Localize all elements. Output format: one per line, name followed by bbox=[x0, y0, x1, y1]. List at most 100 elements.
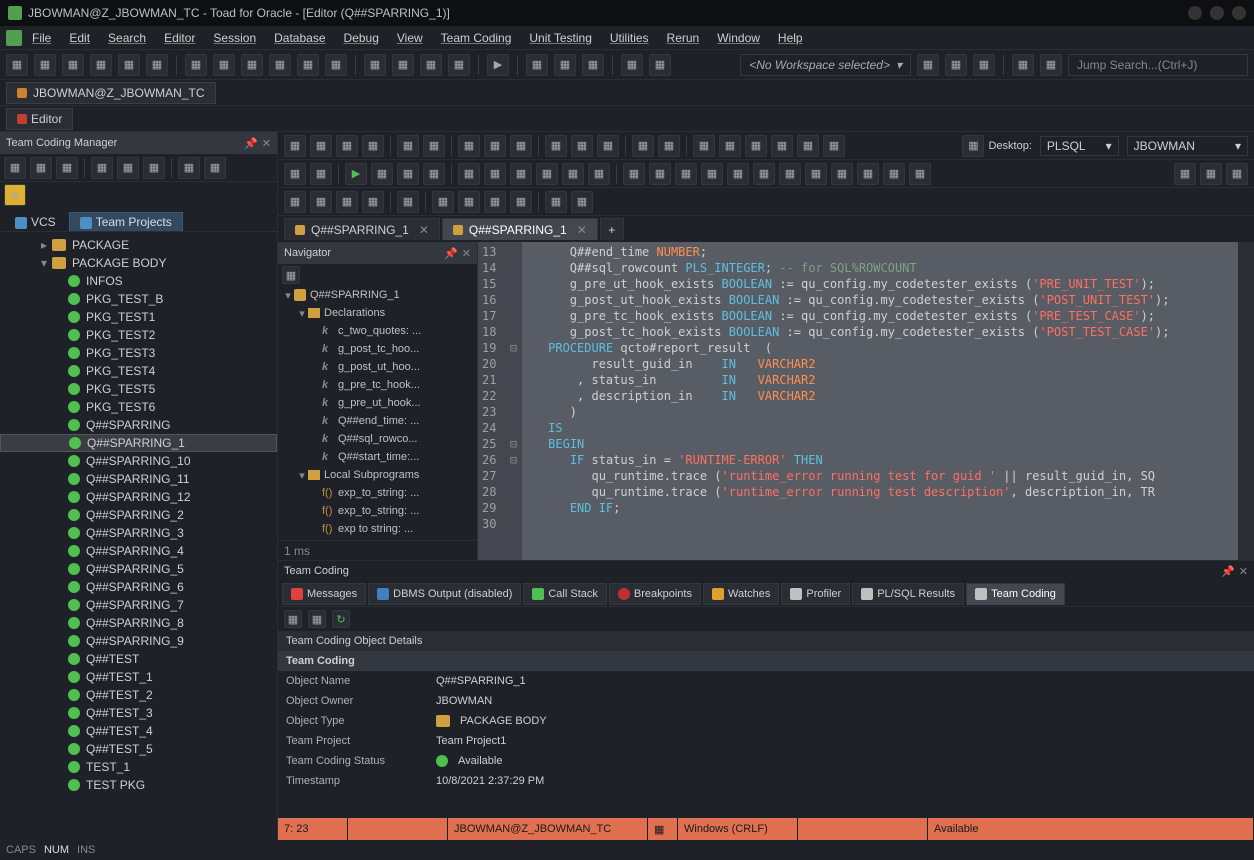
tree-item[interactable]: PKG_TEST1 bbox=[0, 308, 277, 326]
toolbar-button[interactable]: ▦ bbox=[204, 157, 226, 179]
toolbar-button[interactable]: ▦ bbox=[621, 54, 643, 76]
toolbar-button[interactable]: ▦ bbox=[397, 135, 419, 157]
execute-button[interactable]: ▶ bbox=[345, 163, 367, 185]
toolbar-button[interactable]: ▦ bbox=[284, 610, 302, 628]
toolbar-button[interactable]: ▦ bbox=[554, 54, 576, 76]
menu-help[interactable]: Help bbox=[770, 29, 811, 47]
tab-team-projects[interactable]: Team Projects bbox=[69, 212, 183, 231]
toolbar-button[interactable]: ▦ bbox=[484, 191, 506, 213]
toolbar-button[interactable]: ▦ bbox=[623, 163, 645, 185]
toolbar-button[interactable]: ▦ bbox=[545, 135, 567, 157]
toolbar-button[interactable]: ▦ bbox=[745, 135, 767, 157]
tree-item[interactable]: Q##SPARRING_12 bbox=[0, 488, 277, 506]
toolbar-button[interactable]: ▦ bbox=[588, 163, 610, 185]
tree-item[interactable]: PKG_TEST3 bbox=[0, 344, 277, 362]
toolbar-button[interactable]: ▦ bbox=[562, 163, 584, 185]
toolbar-button[interactable]: ▦ bbox=[282, 266, 300, 284]
tab-breakpoints[interactable]: Breakpoints bbox=[609, 583, 701, 605]
tree-item[interactable]: ▸PACKAGE bbox=[0, 236, 277, 254]
connection-tab[interactable]: JBOWMAN@Z_JBOWMAN_TC bbox=[6, 82, 216, 104]
toolbar-button[interactable]: ▦ bbox=[420, 54, 442, 76]
toolbar-button[interactable]: ▦ bbox=[241, 54, 263, 76]
navigator-item[interactable]: kg_pre_ut_hook... bbox=[278, 394, 477, 412]
toolbar-button[interactable]: ▦ bbox=[284, 163, 306, 185]
navigator-tree[interactable]: ▾Q##SPARRING_1▾Declarationskc_two_quotes… bbox=[278, 286, 477, 540]
tree-item[interactable]: Q##SPARRING_2 bbox=[0, 506, 277, 524]
toolbar-button[interactable]: ▦ bbox=[545, 191, 567, 213]
navigator-item[interactable]: kQ##end_time: ... bbox=[278, 412, 477, 430]
toolbar-button[interactable]: ▦ bbox=[146, 54, 168, 76]
toolbar-button[interactable]: ▦ bbox=[831, 163, 853, 185]
file-tab-active[interactable]: Q##SPARRING_1 ✕ bbox=[442, 218, 598, 240]
tree-item[interactable]: Q##SPARRING_8 bbox=[0, 614, 277, 632]
tree-item[interactable]: TEST_1 bbox=[0, 758, 277, 776]
menu-team-coding[interactable]: Team Coding bbox=[433, 29, 520, 47]
tree-item[interactable]: Q##SPARRING_5 bbox=[0, 560, 277, 578]
menu-editor[interactable]: Editor bbox=[156, 29, 203, 47]
toolbar-button[interactable]: ▦ bbox=[675, 163, 697, 185]
toolbar-button[interactable]: ▦ bbox=[823, 135, 845, 157]
toolbar-button[interactable]: ▦ bbox=[397, 191, 419, 213]
toolbar-button[interactable]: ▦ bbox=[56, 157, 78, 179]
toolbar-button[interactable]: ▦ bbox=[117, 157, 139, 179]
tree-item[interactable]: ▾PACKAGE BODY bbox=[0, 254, 277, 272]
tab-plsql-results[interactable]: PL/SQL Results bbox=[852, 583, 964, 605]
tree-item[interactable]: Q##TEST_3 bbox=[0, 704, 277, 722]
toolbar-button[interactable]: ▦ bbox=[917, 54, 939, 76]
toolbar-button[interactable]: ▦ bbox=[1200, 163, 1222, 185]
toolbar-button[interactable]: ▦ bbox=[432, 191, 454, 213]
toolbar-button[interactable]: ▦ bbox=[448, 54, 470, 76]
toolbar-button[interactable]: ▦ bbox=[962, 135, 984, 157]
toolbar-button[interactable]: ▦ bbox=[185, 54, 207, 76]
file-tab[interactable]: Q##SPARRING_1 ✕ bbox=[284, 218, 440, 240]
tree-item[interactable]: INFOS bbox=[0, 272, 277, 290]
toolbar-button[interactable]: ▦ bbox=[362, 135, 384, 157]
code-editor[interactable]: 131415161718192021222324252627282930⊟⊟⊟ … bbox=[478, 242, 1254, 560]
toolbar-button[interactable]: ▦ bbox=[91, 157, 113, 179]
toolbar-button[interactable]: ▦ bbox=[753, 163, 775, 185]
toolbar-button[interactable]: ▦ bbox=[118, 54, 140, 76]
menu-file[interactable]: File bbox=[24, 29, 59, 47]
menu-view[interactable]: View bbox=[389, 29, 431, 47]
close-icon[interactable]: ✕ bbox=[419, 223, 429, 237]
navigator-item[interactable]: kQ##sql_rowco... bbox=[278, 430, 477, 448]
toolbar-button[interactable]: ▦ bbox=[284, 135, 306, 157]
toolbar-button[interactable]: ▦ bbox=[325, 54, 347, 76]
tab-dbms-output[interactable]: DBMS Output (disabled) bbox=[368, 583, 521, 605]
tree-item[interactable]: Q##SPARRING_6 bbox=[0, 578, 277, 596]
menu-debug[interactable]: Debug bbox=[336, 29, 387, 47]
jump-search-input[interactable]: Jump Search...(Ctrl+J) bbox=[1068, 54, 1248, 76]
toolbar-button[interactable]: ▦ bbox=[571, 191, 593, 213]
toolbar-button[interactable]: ▦ bbox=[526, 54, 548, 76]
toolbar-button[interactable]: ▦ bbox=[1174, 163, 1196, 185]
tab-profiler[interactable]: Profiler bbox=[781, 583, 850, 605]
menu-window[interactable]: Window bbox=[709, 29, 768, 47]
tree-item[interactable]: Q##TEST bbox=[0, 650, 277, 668]
tree-item[interactable]: Q##TEST_5 bbox=[0, 740, 277, 758]
menu-edit[interactable]: Edit bbox=[61, 29, 98, 47]
toolbar-button[interactable]: ▦ bbox=[458, 135, 480, 157]
menu-search[interactable]: Search bbox=[100, 29, 154, 47]
toolbar-button[interactable]: ▦ bbox=[719, 135, 741, 157]
toolbar-button[interactable]: ▦ bbox=[143, 157, 165, 179]
toolbar-button[interactable]: ▦ bbox=[1040, 54, 1062, 76]
tree-item[interactable]: Q##TEST_1 bbox=[0, 668, 277, 686]
schema-selector[interactable]: JBOWMAN▾ bbox=[1127, 136, 1248, 156]
minimize-button[interactable] bbox=[1188, 6, 1202, 20]
navigator-item[interactable]: ▾Declarations bbox=[278, 304, 477, 322]
toolbar-button[interactable]: ▦ bbox=[458, 191, 480, 213]
new-tab-button[interactable]: + bbox=[600, 218, 624, 240]
toolbar-button[interactable]: ▦ bbox=[310, 135, 332, 157]
toolbar-button[interactable]: ▦ bbox=[1012, 54, 1034, 76]
toolbar-button[interactable]: ▦ bbox=[649, 54, 671, 76]
toolbar-button[interactable]: ▦ bbox=[336, 191, 358, 213]
toolbar-button[interactable]: ▦ bbox=[178, 157, 200, 179]
toolbar-button[interactable]: ▦ bbox=[510, 191, 532, 213]
menu-unit-testing[interactable]: Unit Testing bbox=[521, 29, 599, 47]
toolbar-button[interactable]: ▦ bbox=[310, 163, 332, 185]
toolbar-button[interactable]: ▦ bbox=[269, 54, 291, 76]
toolbar-button[interactable]: ▦ bbox=[883, 163, 905, 185]
close-icon[interactable]: ✕ bbox=[1239, 565, 1248, 578]
menu-database[interactable]: Database bbox=[266, 29, 333, 47]
tree-item[interactable]: Q##SPARRING_9 bbox=[0, 632, 277, 650]
